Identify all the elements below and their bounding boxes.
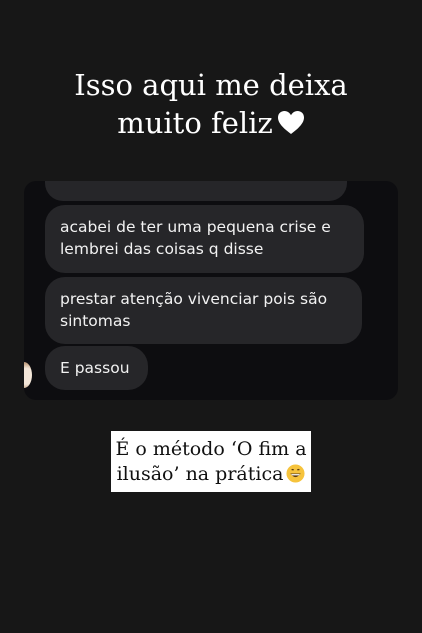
caption-line-1: É o método ‘O fim a <box>115 438 307 460</box>
message-text: acabei de ter uma pequena crise e lembre… <box>60 218 331 258</box>
message-bubble: acabei de ter uma pequena crise e lembre… <box>45 205 364 273</box>
story-title-text-2: muito feliz <box>117 106 273 140</box>
chat-screenshot: muito acabei de ter uma pequena crise e … <box>24 181 398 400</box>
caption-text-2: ilusão’ na prática <box>116 463 284 485</box>
message-text: prestar atenção vivenciar pois são sinto… <box>60 290 328 330</box>
caption-line-2: ilusão’ na prática <box>111 462 311 487</box>
message-bubble: prestar atenção vivenciar pois são sinto… <box>45 277 362 344</box>
story-title-line-2: muito feliz <box>0 104 422 142</box>
caption-box: É o método ‘O fim a ilusão’ na prática <box>111 431 311 492</box>
story-title: Isso aqui me deixa muito feliz <box>0 66 422 142</box>
avatar <box>24 362 32 388</box>
grinning-face-icon <box>286 464 305 483</box>
message-bubble: E passou <box>45 346 148 390</box>
message-text: E passou <box>60 359 130 377</box>
message-bubble: muito <box>45 181 347 201</box>
story-title-line-1: Isso aqui me deixa <box>74 68 348 102</box>
white-heart-icon <box>277 111 304 134</box>
